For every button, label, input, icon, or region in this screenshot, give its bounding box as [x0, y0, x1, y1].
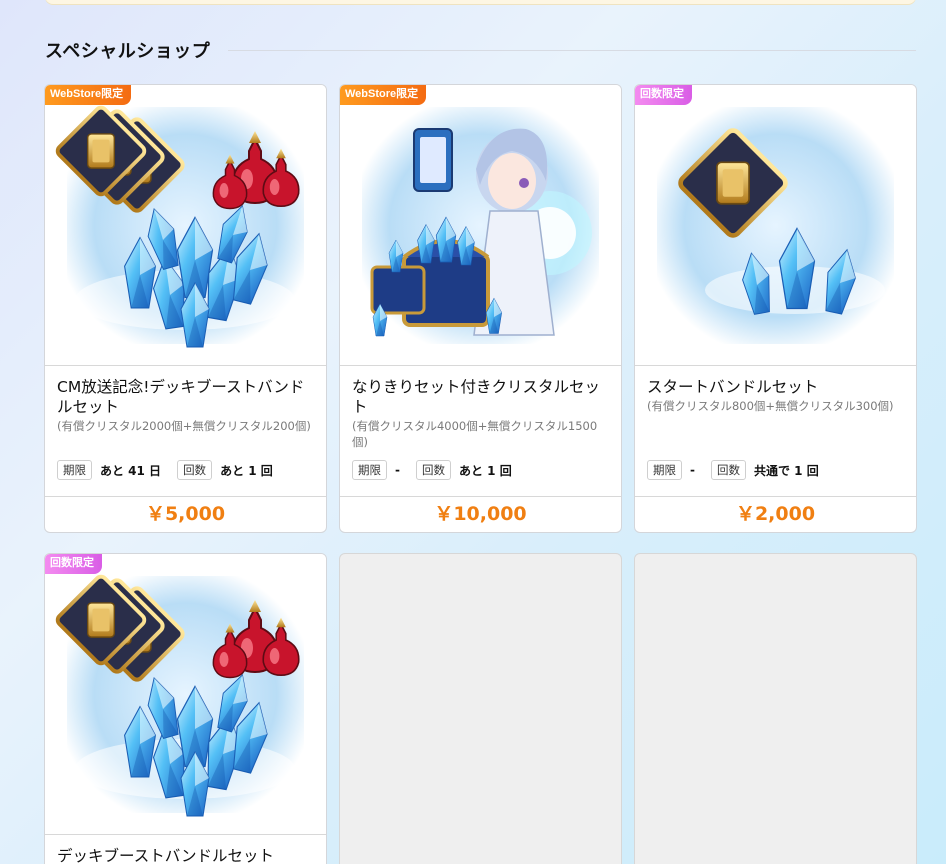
product-card[interactable]: WebStore限定 なりきりセット付きクリスタルセット (有償クリスタル400… — [339, 84, 622, 533]
price-button[interactable]: ￥10,000 — [340, 496, 621, 531]
product-title: スタートバンドルセット — [647, 378, 819, 396]
product-card[interactable]: 回数限定 デッキブーストバンドルセット — [44, 553, 327, 864]
section-title: スペシャルショップ — [45, 41, 211, 62]
price-button[interactable]: ￥5,000 — [45, 496, 326, 531]
product-subtitle: (有償クリスタル800個+無償クリスタル300個) — [647, 399, 894, 413]
count-value: あと 1 回 — [458, 463, 512, 478]
webstore-limited-badge: WebStore限定 — [45, 85, 132, 105]
product-title: デッキブーストバンドルセット — [57, 847, 275, 864]
price-button[interactable]: ￥2,000 — [635, 496, 916, 531]
product-card-placeholder — [339, 553, 622, 864]
product-subtitle: (有償クリスタル2000個+無償クリスタル200個) — [57, 419, 311, 433]
product-card[interactable]: 回数限定 スタートバンドルセット (有償クリスタル800個+無償クリスタル300… — [634, 84, 917, 533]
count-value: 共通で 1 回 — [753, 463, 819, 478]
start-bundle-image — [635, 85, 916, 366]
product-title: CM放送記念!デッキブーストバンドルセット — [57, 378, 305, 416]
product-card-placeholder — [634, 553, 917, 864]
deck-boost-bundle-image — [45, 85, 326, 366]
period-value: - — [690, 463, 695, 477]
count-tag: 回数 — [710, 460, 746, 480]
product-subtitle: (有償クリスタル4000個+無償クリスタル1500個) — [352, 419, 598, 449]
product-card[interactable]: WebStore限定 CM放送記念!デッキブーストバンドルセット (有償クリスタ… — [44, 84, 327, 533]
webstore-limited-badge: WebStore限定 — [340, 85, 427, 105]
character-treasure-chest-image — [340, 85, 621, 366]
deck-boost-bundle-image — [45, 554, 326, 835]
period-value: あと 41 日 — [100, 463, 162, 478]
count-limited-badge: 回数限定 — [635, 85, 692, 105]
count-value: あと 1 回 — [220, 463, 273, 478]
count-tag: 回数 — [415, 460, 451, 480]
count-tag: 回数 — [177, 460, 213, 480]
period-tag: 期限 — [352, 460, 387, 480]
top-banner-strip — [45, 0, 916, 4]
product-title: なりきりセット付きクリスタルセット — [352, 378, 601, 416]
period-tag: 期限 — [57, 460, 92, 480]
count-limited-badge: 回数限定 — [45, 554, 102, 574]
period-value: - — [395, 463, 400, 477]
section-divider — [228, 50, 916, 51]
period-tag: 期限 — [647, 460, 682, 480]
